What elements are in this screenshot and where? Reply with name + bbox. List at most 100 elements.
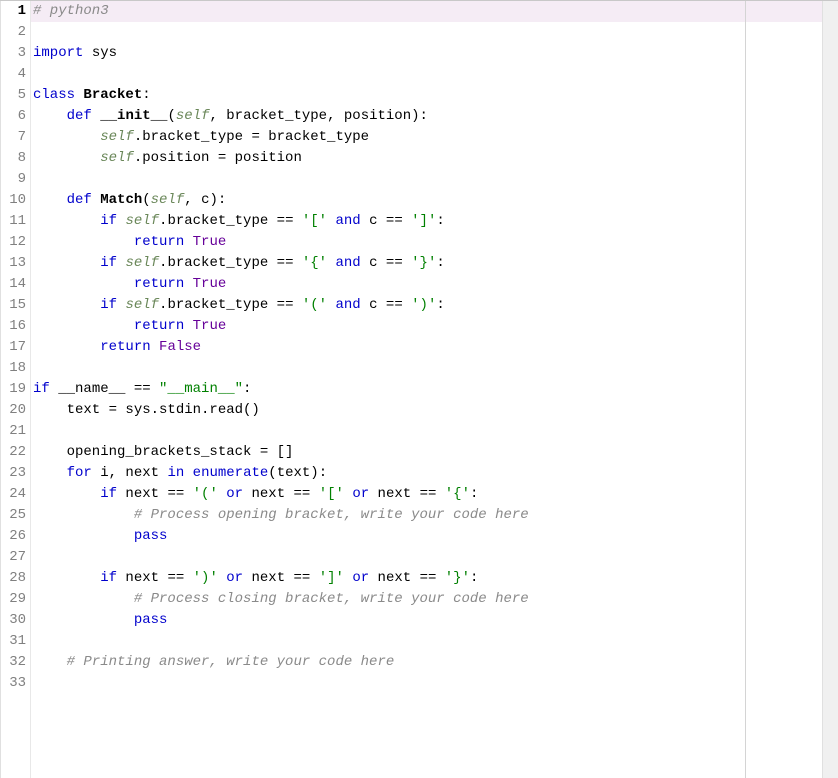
token: or <box>226 570 243 586</box>
token: : <box>470 486 478 502</box>
token <box>33 486 100 502</box>
code-line[interactable] <box>31 673 838 694</box>
right-margin-guide <box>745 1 746 778</box>
token: if <box>100 213 117 229</box>
code-line[interactable] <box>31 22 838 43</box>
token <box>33 339 100 355</box>
line-number: 23 <box>1 463 26 484</box>
line-number: 21 <box>1 421 26 442</box>
line-number: 11 <box>1 211 26 232</box>
code-line[interactable]: text = sys.stdin.read() <box>31 400 838 421</box>
line-number: 16 <box>1 316 26 337</box>
token <box>33 297 100 313</box>
token: class <box>33 87 75 103</box>
code-line[interactable]: class Bracket: <box>31 85 838 106</box>
code-line[interactable]: self.position = position <box>31 148 838 169</box>
code-line[interactable]: if self.bracket_type == '{' and c == '}'… <box>31 253 838 274</box>
token: or <box>226 486 243 502</box>
token <box>184 318 192 334</box>
code-line[interactable]: if self.bracket_type == '(' and c == ')'… <box>31 295 838 316</box>
token: if <box>100 255 117 271</box>
token: # Process opening bracket, write your co… <box>134 507 529 523</box>
token: '(' <box>193 486 218 502</box>
code-line[interactable]: return True <box>31 316 838 337</box>
token <box>327 297 335 313</box>
code-line[interactable]: # Process opening bracket, write your co… <box>31 505 838 526</box>
line-number: 9 <box>1 169 26 190</box>
token <box>33 129 100 145</box>
token: '{' <box>302 255 327 271</box>
token: ')' <box>411 297 436 313</box>
line-number: 13 <box>1 253 26 274</box>
code-line[interactable]: import sys <box>31 43 838 64</box>
code-line[interactable]: if next == ')' or next == ']' or next ==… <box>31 568 838 589</box>
token: self <box>125 297 159 313</box>
code-line[interactable] <box>31 631 838 652</box>
token: return <box>134 318 184 334</box>
token: self <box>125 255 159 271</box>
line-number: 25 <box>1 505 26 526</box>
code-line[interactable]: for i, next in enumerate(text): <box>31 463 838 484</box>
line-number: 4 <box>1 64 26 85</box>
token: __init__ <box>100 108 167 124</box>
token: for <box>67 465 92 481</box>
code-line[interactable]: self.bracket_type = bracket_type <box>31 127 838 148</box>
code-line[interactable]: def __init__(self, bracket_type, positio… <box>31 106 838 127</box>
token <box>151 339 159 355</box>
token: : <box>243 381 251 397</box>
code-line[interactable] <box>31 169 838 190</box>
code-line[interactable]: return False <box>31 337 838 358</box>
code-line[interactable]: # python3 <box>31 1 838 22</box>
code-line[interactable]: def Match(self, c): <box>31 190 838 211</box>
token: , c): <box>184 192 226 208</box>
token: ( <box>142 192 150 208</box>
code-line[interactable]: # Process closing bracket, write your co… <box>31 589 838 610</box>
code-line[interactable]: pass <box>31 526 838 547</box>
code-line[interactable]: if self.bracket_type == '[' and c == ']'… <box>31 211 838 232</box>
line-number: 28 <box>1 568 26 589</box>
token: .bracket_type = bracket_type <box>134 129 369 145</box>
line-number: 27 <box>1 547 26 568</box>
code-line[interactable] <box>31 358 838 379</box>
token <box>184 276 192 292</box>
code-line[interactable]: if __name__ == "__main__": <box>31 379 838 400</box>
code-area[interactable]: # python3 import sys class Bracket: def __… <box>31 1 838 778</box>
token: .position = position <box>134 150 302 166</box>
token: and <box>336 255 361 271</box>
token <box>33 276 134 292</box>
token: # python3 <box>33 3 109 19</box>
code-line[interactable]: return True <box>31 274 838 295</box>
token: if <box>33 381 50 397</box>
code-line[interactable]: opening_brackets_stack = [] <box>31 442 838 463</box>
token: self <box>125 213 159 229</box>
token: if <box>100 486 117 502</box>
code-line[interactable]: pass <box>31 610 838 631</box>
token: def <box>67 108 92 124</box>
token: .bracket_type == <box>159 297 302 313</box>
code-line[interactable]: # Printing answer, write your code here <box>31 652 838 673</box>
line-number: 5 <box>1 85 26 106</box>
code-line[interactable]: if next == '(' or next == '[' or next ==… <box>31 484 838 505</box>
token <box>33 528 134 544</box>
token: and <box>336 213 361 229</box>
token: True <box>193 234 227 250</box>
token: # Process closing bracket, write your co… <box>134 591 529 607</box>
code-line[interactable] <box>31 64 838 85</box>
token: False <box>159 339 201 355</box>
line-number: 12 <box>1 232 26 253</box>
token: Bracket <box>83 87 142 103</box>
token: in <box>167 465 184 481</box>
token: : <box>470 570 478 586</box>
token <box>184 234 192 250</box>
code-line[interactable] <box>31 547 838 568</box>
token: def <box>67 192 92 208</box>
code-line[interactable] <box>31 421 838 442</box>
line-number: 7 <box>1 127 26 148</box>
vertical-scrollbar[interactable] <box>822 1 838 778</box>
code-editor[interactable]: 1234567891011121314151617181920212223242… <box>0 1 838 778</box>
code-line[interactable]: return True <box>31 232 838 253</box>
token: or <box>352 570 369 586</box>
token <box>92 192 100 208</box>
token: sys <box>83 45 117 61</box>
token: '{' <box>445 486 470 502</box>
